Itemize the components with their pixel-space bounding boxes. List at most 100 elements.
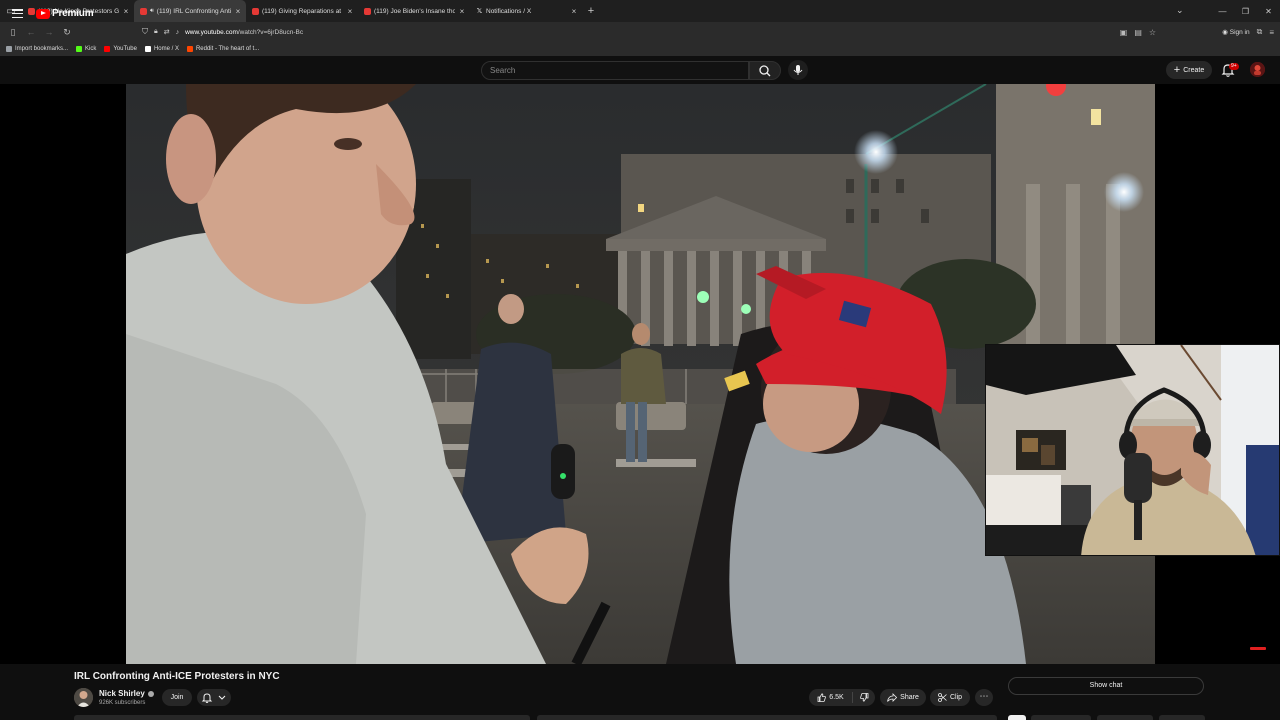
microphone-icon [793, 65, 803, 75]
kick-icon [76, 46, 83, 52]
close-tab-icon[interactable]: × [234, 7, 242, 16]
share-label: Share [900, 694, 919, 701]
back-icon[interactable]: ← [22, 27, 40, 37]
like-count: 6.5K [829, 694, 844, 701]
chip-all[interactable] [1008, 715, 1026, 720]
bookmark-item[interactable]: Home / X [144, 46, 179, 52]
search-button[interactable] [749, 61, 781, 80]
x-icon [144, 46, 151, 52]
tab-search-chevron-icon[interactable]: ⌄ [1176, 5, 1184, 16]
close-tab-icon[interactable]: × [346, 7, 354, 16]
chip-related[interactable] [1097, 715, 1153, 720]
sidebar-toggle-icon[interactable]: ▯ [4, 27, 22, 38]
create-label: Create [1183, 66, 1205, 74]
avatar-image [1250, 62, 1265, 77]
dislike-button[interactable] [853, 693, 875, 702]
thumbs-down-icon [859, 693, 868, 702]
youtube-premium-logo[interactable]: Premium [36, 8, 94, 19]
bookmark-star-icon[interactable]: ☆ [1149, 28, 1156, 37]
verified-icon [147, 690, 154, 697]
channel-avatar[interactable] [74, 688, 93, 707]
webcam-overlay [985, 344, 1280, 556]
reader-view-icon[interactable]: ▤ [1134, 28, 1142, 37]
scissors-icon [938, 693, 947, 702]
browser-tab-strip: ▭ (119) No Kings Protestors Go C×🔊︎(119)… [0, 0, 1280, 22]
bookmark-label: YouTube [113, 46, 137, 52]
subscription-bell-button[interactable] [197, 689, 231, 706]
tab-title: (119) Giving Reparations at No [262, 7, 343, 15]
like-dislike-pill: 6.5K [809, 689, 875, 706]
video-title: IRL Confronting Anti-ICE Protesters in N… [74, 671, 280, 682]
import-icon [6, 46, 12, 52]
live-indicator [1250, 647, 1266, 650]
bookmark-label: Kick [85, 46, 97, 52]
forward-icon[interactable]: → [40, 27, 58, 37]
subscriber-count: 926K subscribers [99, 700, 146, 706]
close-window-icon[interactable]: ✕ [1257, 7, 1280, 16]
reload-icon[interactable]: ↻ [58, 27, 76, 38]
new-tab-button[interactable]: + [582, 5, 600, 17]
address-bar: ▯ ← → ↻ ⛉ 🔒︎ ⇄ ♪ www.youtube.com/watch?v… [0, 22, 1280, 42]
browser-tab-4[interactable]: (119) Joe Biden's Insane thoug × [358, 0, 470, 22]
picture-in-picture-icon[interactable]: ▣ [1120, 28, 1128, 37]
browser-menu-icon[interactable]: ≡ [1269, 28, 1274, 37]
site-settings-icon[interactable]: ⇄ [164, 28, 170, 36]
webcam-image [986, 345, 1279, 555]
share-button[interactable]: Share [880, 689, 926, 706]
x-icon: 𝕏 [476, 7, 483, 15]
account-icon: ◉ [1222, 29, 1228, 36]
mute-tab-icon[interactable]: ♪ [176, 29, 180, 36]
bookmark-item[interactable]: Import bookmarks... [6, 46, 68, 52]
close-tab-icon[interactable]: × [122, 7, 130, 16]
extensions-icon[interactable]: ⧉ [1257, 27, 1263, 37]
share-icon [887, 693, 898, 702]
window-controls: — ❐ ✕ [1211, 0, 1280, 22]
chip-from-channel[interactable] [1031, 715, 1091, 720]
url-text: www.youtube.com/watch?v=6jrD8ucn-Bc [185, 28, 304, 36]
chip-recent[interactable] [1159, 715, 1205, 720]
like-button[interactable]: 6.5K [809, 692, 853, 703]
close-tab-icon[interactable]: × [570, 7, 578, 16]
notification-count-badge: 9+ [1229, 63, 1239, 70]
comment-box[interactable] [537, 715, 997, 720]
bookmark-item[interactable]: Kick [76, 46, 96, 52]
logo-text: Premium [52, 8, 94, 19]
browser-tab-2[interactable]: 🔊︎ (119) IRL Confronting Anti- × [134, 0, 246, 22]
bookmark-label: Home / X [153, 46, 179, 52]
description-box[interactable] [74, 715, 530, 720]
show-chat-button[interactable]: Show chat [1008, 677, 1204, 695]
tab-title: Notifications / X [486, 7, 532, 15]
join-button[interactable]: Join [162, 689, 192, 706]
create-button[interactable]: + Create [1166, 61, 1212, 79]
url-field[interactable]: ⛉ 🔒︎ ⇄ ♪ www.youtube.com/watch?v=6jrD8uc… [142, 27, 303, 37]
browser-tab-5[interactable]: 𝕏 Notifications / X × [470, 0, 582, 22]
address-bar-actions: ▣ ▤ ☆ ◉ Sign in ⧉ ≡ [1120, 22, 1274, 42]
sign-in-button[interactable]: ◉ Sign in [1222, 28, 1250, 37]
channel-name[interactable]: Nick Shirley [99, 689, 154, 698]
speaker-icon[interactable]: 🔊︎ [150, 8, 154, 15]
bookmark-label: Import bookmarks... [15, 46, 69, 52]
youtube-icon [104, 46, 111, 52]
youtube-icon [364, 7, 371, 15]
hamburger-menu-icon[interactable] [12, 9, 23, 18]
close-tab-icon[interactable]: × [458, 7, 466, 16]
tab-list: (119) No Kings Protestors Go C×🔊︎(119) I… [22, 0, 582, 22]
shield-icon[interactable]: ⛉ [142, 27, 148, 37]
more-actions-icon[interactable]: ⋯ [975, 689, 993, 706]
voice-search-button[interactable] [788, 60, 808, 80]
browser-tab-3[interactable]: (119) Giving Reparations at No × [246, 0, 358, 22]
maximize-icon[interactable]: ❐ [1234, 7, 1257, 16]
minimize-icon[interactable]: — [1211, 7, 1234, 16]
bookmark-item[interactable]: YouTube [104, 46, 137, 52]
user-avatar[interactable] [1250, 62, 1265, 77]
channel-name-text: Nick Shirley [99, 689, 145, 698]
lock-icon[interactable]: 🔒︎ [154, 28, 158, 36]
sign-in-label: Sign in [1229, 28, 1250, 36]
bookmarks-bar: Import bookmarks... Kick YouTube Home / X Re… [0, 42, 1280, 56]
search-input[interactable]: Search [481, 61, 749, 80]
clip-button[interactable]: Clip [930, 689, 970, 706]
bookmark-item[interactable]: Reddit - The heart of t... [186, 46, 259, 52]
thumbs-up-icon [817, 693, 827, 702]
youtube-play-icon [36, 8, 50, 19]
bell-chevron-icon [201, 693, 226, 703]
